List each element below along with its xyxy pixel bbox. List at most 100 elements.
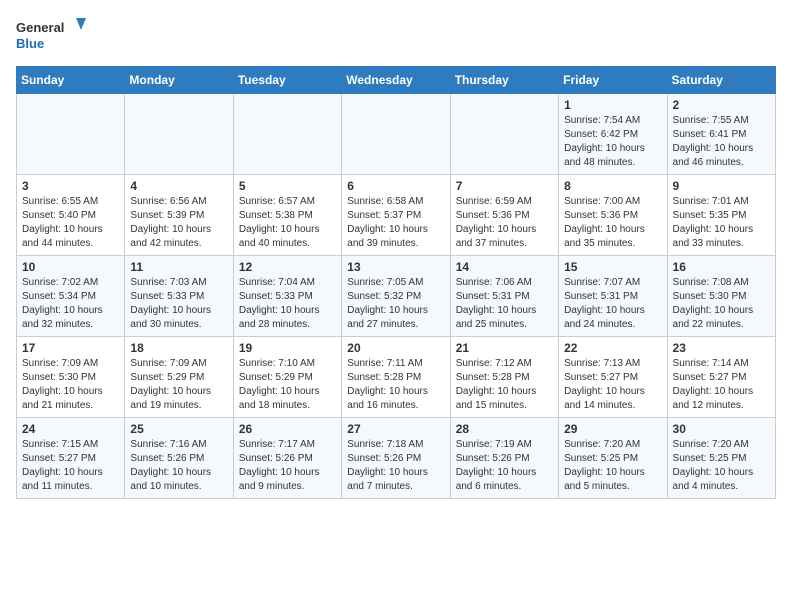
calendar-cell: 25 Sunrise: 7:16 AM Sunset: 5:26 PM Dayli… [125,418,233,499]
day-info: Sunrise: 7:09 AM Sunset: 5:30 PM Dayligh… [22,357,119,413]
weekday-header-monday: Monday [125,67,233,94]
day-info: Sunrise: 7:11 AM Sunset: 5:28 PM Dayligh… [347,357,444,413]
week-row-1: 1 Sunrise: 7:54 AM Sunset: 6:42 PM Daylig… [17,94,776,175]
weekday-header-wednesday: Wednesday [342,67,450,94]
calendar-cell [233,94,341,175]
day-info: Sunrise: 7:08 AM Sunset: 5:30 PM Dayligh… [673,276,770,332]
calendar-cell: 20 Sunrise: 7:11 AM Sunset: 5:28 PM Dayli… [342,337,450,418]
day-info: Sunrise: 7:18 AM Sunset: 5:26 PM Dayligh… [347,438,444,494]
calendar-cell: 24 Sunrise: 7:15 AM Sunset: 5:27 PM Dayli… [17,418,125,499]
day-number: 28 [456,422,553,436]
day-info: Sunrise: 7:03 AM Sunset: 5:33 PM Dayligh… [130,276,227,332]
day-info: Sunrise: 7:14 AM Sunset: 5:27 PM Dayligh… [673,357,770,413]
calendar-cell: 22 Sunrise: 7:13 AM Sunset: 5:27 PM Dayli… [559,337,667,418]
calendar-cell: 7Sunrise: 6:59 AM Sunset: 5:36 PM Daylig… [450,175,558,256]
day-info: Sunrise: 7:02 AM Sunset: 5:34 PM Dayligh… [22,276,119,332]
calendar-cell: 23 Sunrise: 7:14 AM Sunset: 5:27 PM Dayli… [667,337,775,418]
day-info: Sunrise: 7:05 AM Sunset: 5:32 PM Dayligh… [347,276,444,332]
day-info: Sunrise: 6:57 AM Sunset: 5:38 PM Dayligh… [239,195,336,251]
day-info: Sunrise: 7:12 AM Sunset: 5:28 PM Dayligh… [456,357,553,413]
logo: General Blue [16,16,86,56]
day-info: Sunrise: 7:20 AM Sunset: 5:25 PM Dayligh… [564,438,661,494]
day-number: 16 [673,260,770,274]
day-number: 30 [673,422,770,436]
weekday-header-friday: Friday [559,67,667,94]
day-number: 15 [564,260,661,274]
day-number: 29 [564,422,661,436]
calendar-cell: 26 Sunrise: 7:17 AM Sunset: 5:26 PM Dayli… [233,418,341,499]
calendar-cell: 14Sunrise: 7:06 AM Sunset: 5:31 PM Dayli… [450,256,558,337]
logo-svg: General Blue [16,16,86,56]
calendar-cell [450,94,558,175]
day-number: 23 [673,341,770,355]
day-number: 20 [347,341,444,355]
day-info: Sunrise: 6:55 AM Sunset: 5:40 PM Dayligh… [22,195,119,251]
weekday-header-tuesday: Tuesday [233,67,341,94]
day-info: Sunrise: 7:54 AM Sunset: 6:42 PM Dayligh… [564,114,661,170]
day-number: 11 [130,260,227,274]
calendar-cell: 5 Sunrise: 6:57 AM Sunset: 5:38 PM Daylig… [233,175,341,256]
calendar-cell: 27 Sunrise: 7:18 AM Sunset: 5:26 PM Dayli… [342,418,450,499]
day-number: 2 [673,98,770,112]
day-number: 27 [347,422,444,436]
calendar-cell: 17 Sunrise: 7:09 AM Sunset: 5:30 PM Dayli… [17,337,125,418]
day-info: Sunrise: 7:20 AM Sunset: 5:25 PM Dayligh… [673,438,770,494]
day-number: 24 [22,422,119,436]
week-row-3: 10Sunrise: 7:02 AM Sunset: 5:34 PM Dayli… [17,256,776,337]
week-row-2: 3 Sunrise: 6:55 AM Sunset: 5:40 PM Daylig… [17,175,776,256]
day-info: Sunrise: 7:17 AM Sunset: 5:26 PM Dayligh… [239,438,336,494]
page-header: General Blue [16,16,776,56]
calendar-cell: 11 Sunrise: 7:03 AM Sunset: 5:33 PM Dayli… [125,256,233,337]
day-number: 8 [564,179,661,193]
day-info: Sunrise: 7:09 AM Sunset: 5:29 PM Dayligh… [130,357,227,413]
calendar-cell: 13 Sunrise: 7:05 AM Sunset: 5:32 PM Dayli… [342,256,450,337]
day-number: 21 [456,341,553,355]
day-number: 4 [130,179,227,193]
day-number: 25 [130,422,227,436]
calendar-cell [125,94,233,175]
calendar-cell: 4 Sunrise: 6:56 AM Sunset: 5:39 PM Daylig… [125,175,233,256]
day-number: 17 [22,341,119,355]
calendar-cell: 12 Sunrise: 7:04 AM Sunset: 5:33 PM Dayli… [233,256,341,337]
day-info: Sunrise: 6:59 AM Sunset: 5:36 PM Dayligh… [456,195,553,251]
calendar-cell: 15 Sunrise: 7:07 AM Sunset: 5:31 PM Dayli… [559,256,667,337]
calendar-cell: 9Sunrise: 7:01 AM Sunset: 5:35 PM Daylig… [667,175,775,256]
calendar-cell: 6Sunrise: 6:58 AM Sunset: 5:37 PM Daylig… [342,175,450,256]
calendar-cell [342,94,450,175]
day-number: 22 [564,341,661,355]
svg-text:Blue: Blue [16,36,44,51]
calendar-cell: 16 Sunrise: 7:08 AM Sunset: 5:30 PM Dayli… [667,256,775,337]
day-number: 9 [673,179,770,193]
day-info: Sunrise: 7:06 AM Sunset: 5:31 PM Dayligh… [456,276,553,332]
week-row-5: 24 Sunrise: 7:15 AM Sunset: 5:27 PM Dayli… [17,418,776,499]
day-number: 13 [347,260,444,274]
svg-text:General: General [16,20,64,35]
day-info: Sunrise: 7:07 AM Sunset: 5:31 PM Dayligh… [564,276,661,332]
calendar-cell: 30 Sunrise: 7:20 AM Sunset: 5:25 PM Dayli… [667,418,775,499]
calendar-cell: 1 Sunrise: 7:54 AM Sunset: 6:42 PM Daylig… [559,94,667,175]
weekday-header-sunday: Sunday [17,67,125,94]
calendar-cell: 18Sunrise: 7:09 AM Sunset: 5:29 PM Dayli… [125,337,233,418]
day-info: Sunrise: 7:16 AM Sunset: 5:26 PM Dayligh… [130,438,227,494]
day-number: 3 [22,179,119,193]
calendar-table: SundayMondayTuesdayWednesdayThursdayFrid… [16,66,776,499]
day-number: 12 [239,260,336,274]
day-info: Sunrise: 7:15 AM Sunset: 5:27 PM Dayligh… [22,438,119,494]
day-info: Sunrise: 7:10 AM Sunset: 5:29 PM Dayligh… [239,357,336,413]
day-info: Sunrise: 6:56 AM Sunset: 5:39 PM Dayligh… [130,195,227,251]
calendar-cell: 8Sunrise: 7:00 AM Sunset: 5:36 PM Daylig… [559,175,667,256]
day-info: Sunrise: 7:13 AM Sunset: 5:27 PM Dayligh… [564,357,661,413]
weekday-header-thursday: Thursday [450,67,558,94]
day-info: Sunrise: 7:04 AM Sunset: 5:33 PM Dayligh… [239,276,336,332]
weekday-header-saturday: Saturday [667,67,775,94]
calendar-cell: 21 Sunrise: 7:12 AM Sunset: 5:28 PM Dayli… [450,337,558,418]
weekday-header-row: SundayMondayTuesdayWednesdayThursdayFrid… [17,67,776,94]
week-row-4: 17 Sunrise: 7:09 AM Sunset: 5:30 PM Dayli… [17,337,776,418]
calendar-cell: 19Sunrise: 7:10 AM Sunset: 5:29 PM Dayli… [233,337,341,418]
day-info: Sunrise: 7:55 AM Sunset: 6:41 PM Dayligh… [673,114,770,170]
day-number: 1 [564,98,661,112]
day-number: 6 [347,179,444,193]
calendar-cell: 29 Sunrise: 7:20 AM Sunset: 5:25 PM Dayli… [559,418,667,499]
day-number: 5 [239,179,336,193]
day-number: 26 [239,422,336,436]
